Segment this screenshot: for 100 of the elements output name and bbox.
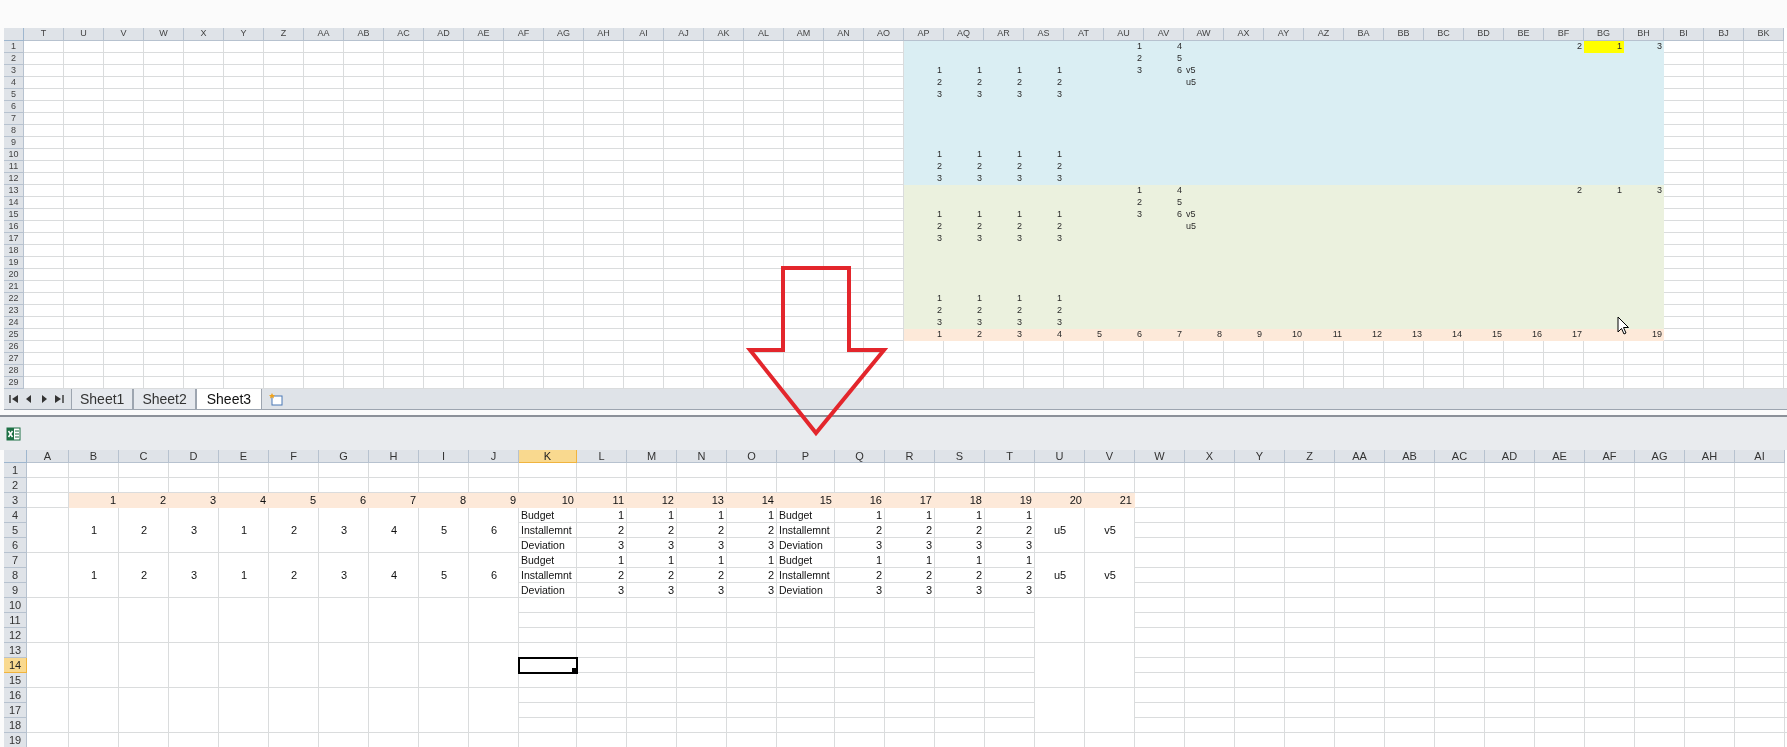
row-header[interactable]: 10 xyxy=(4,598,27,613)
column-header[interactable]: AE xyxy=(1535,450,1585,463)
row-header[interactable]: 18 xyxy=(4,245,24,257)
last-sheet-icon[interactable] xyxy=(53,393,65,405)
row-header[interactable]: 14 xyxy=(4,197,24,209)
column-header[interactable]: AD xyxy=(424,28,464,41)
column-header[interactable]: R xyxy=(885,450,935,463)
column-header[interactable]: AC xyxy=(384,28,424,41)
row-header[interactable]: 16 xyxy=(4,221,24,233)
row-header[interactable]: 8 xyxy=(4,125,24,137)
column-header[interactable]: AA xyxy=(1335,450,1385,463)
column-header[interactable]: M xyxy=(627,450,677,463)
column-header[interactable]: AZ xyxy=(1304,28,1344,41)
row-header[interactable]: 3 xyxy=(4,65,24,77)
row-header[interactable]: 23 xyxy=(4,305,24,317)
column-header[interactable]: AO xyxy=(864,28,904,41)
column-header[interactable]: BG xyxy=(1584,28,1624,41)
column-header[interactable]: E xyxy=(219,450,269,463)
column-header[interactable]: Z xyxy=(1285,450,1335,463)
column-header[interactable]: J xyxy=(469,450,519,463)
column-header[interactable]: AA xyxy=(304,28,344,41)
column-header[interactable]: C xyxy=(119,450,169,463)
row-header[interactable]: 24 xyxy=(4,317,24,329)
row-header[interactable]: 12 xyxy=(4,173,24,185)
row-header[interactable]: 1 xyxy=(4,41,24,53)
column-header[interactable]: BE xyxy=(1504,28,1544,41)
column-header[interactable]: P xyxy=(777,450,835,463)
row-header[interactable]: 4 xyxy=(4,77,24,89)
column-header[interactable]: AU xyxy=(1104,28,1144,41)
column-header[interactable]: AV xyxy=(1144,28,1184,41)
column-header[interactable]: AX xyxy=(1224,28,1264,41)
row-header[interactable]: 19 xyxy=(4,257,24,269)
column-header[interactable]: BK xyxy=(1744,28,1784,41)
column-header[interactable]: AT xyxy=(1064,28,1104,41)
row-header[interactable]: 15 xyxy=(4,209,24,221)
column-header[interactable]: AB xyxy=(1385,450,1435,463)
row-header[interactable]: 6 xyxy=(4,101,24,113)
column-header[interactable]: AC xyxy=(1435,450,1485,463)
row-header[interactable]: 9 xyxy=(4,137,24,149)
row-header[interactable]: 17 xyxy=(4,703,27,718)
column-header[interactable]: Y xyxy=(224,28,264,41)
column-header[interactable]: U xyxy=(1035,450,1085,463)
column-header[interactable]: AW xyxy=(1184,28,1224,41)
active-cell[interactable] xyxy=(518,657,578,674)
column-header[interactable]: AS xyxy=(1024,28,1064,41)
column-header[interactable]: Z xyxy=(264,28,304,41)
column-header[interactable]: AI xyxy=(624,28,664,41)
column-header[interactable]: X xyxy=(1185,450,1235,463)
column-header[interactable]: BH xyxy=(1624,28,1664,41)
column-header[interactable]: I xyxy=(419,450,469,463)
row-header[interactable]: 10 xyxy=(4,149,24,161)
column-header[interactable]: X xyxy=(184,28,224,41)
row-header[interactable]: 5 xyxy=(4,523,27,538)
column-header[interactable]: A xyxy=(27,450,69,463)
column-header[interactable]: V xyxy=(104,28,144,41)
row-header[interactable]: 9 xyxy=(4,583,27,598)
row-header[interactable]: 29 xyxy=(4,377,24,389)
row-header[interactable]: 14 xyxy=(4,658,27,673)
row-header[interactable]: 2 xyxy=(4,53,24,65)
first-sheet-icon[interactable] xyxy=(8,393,20,405)
column-header[interactable]: AD xyxy=(1485,450,1535,463)
row-header[interactable]: 15 xyxy=(4,673,27,688)
row-header[interactable]: 20 xyxy=(4,269,24,281)
column-header[interactable]: U xyxy=(64,28,104,41)
row-header[interactable]: 1 xyxy=(4,463,27,478)
column-header[interactable]: BC xyxy=(1424,28,1464,41)
row-header[interactable]: 25 xyxy=(4,329,24,341)
column-header[interactable]: AH xyxy=(1685,450,1735,463)
column-header[interactable]: AN xyxy=(824,28,864,41)
row-header[interactable]: 18 xyxy=(4,718,27,733)
row-header[interactable]: 13 xyxy=(4,643,27,658)
row-header[interactable]: 16 xyxy=(4,688,27,703)
column-header[interactable]: H xyxy=(369,450,419,463)
column-header[interactable]: AY xyxy=(1264,28,1304,41)
column-header[interactable]: AP xyxy=(904,28,944,41)
column-header[interactable]: N xyxy=(677,450,727,463)
column-header[interactable]: BF xyxy=(1544,28,1584,41)
row-header[interactable]: 11 xyxy=(4,161,24,173)
column-header[interactable]: V xyxy=(1085,450,1135,463)
row-header[interactable]: 19 xyxy=(4,733,27,747)
row-header[interactable]: 22 xyxy=(4,293,24,305)
row-header[interactable]: 11 xyxy=(4,613,27,628)
column-header[interactable]: Y xyxy=(1235,450,1285,463)
column-header[interactable]: AF xyxy=(504,28,544,41)
row-header[interactable]: 28 xyxy=(4,365,24,377)
column-header[interactable]: AQ xyxy=(944,28,984,41)
column-header[interactable]: BI xyxy=(1664,28,1704,41)
column-header[interactable]: AM xyxy=(784,28,824,41)
column-header[interactable]: AG xyxy=(544,28,584,41)
column-header[interactable]: AG xyxy=(1635,450,1685,463)
row-header[interactable]: 21 xyxy=(4,281,24,293)
column-header[interactable]: BD xyxy=(1464,28,1504,41)
column-header[interactable]: AJ xyxy=(664,28,704,41)
row-header[interactable]: 17 xyxy=(4,233,24,245)
row-header[interactable]: 8 xyxy=(4,568,27,583)
column-header[interactable]: AF xyxy=(1585,450,1635,463)
column-header[interactable]: BJ xyxy=(1704,28,1744,41)
row-header[interactable]: 27 xyxy=(4,353,24,365)
column-header[interactable]: K xyxy=(519,450,577,463)
column-header[interactable]: W xyxy=(1135,450,1185,463)
